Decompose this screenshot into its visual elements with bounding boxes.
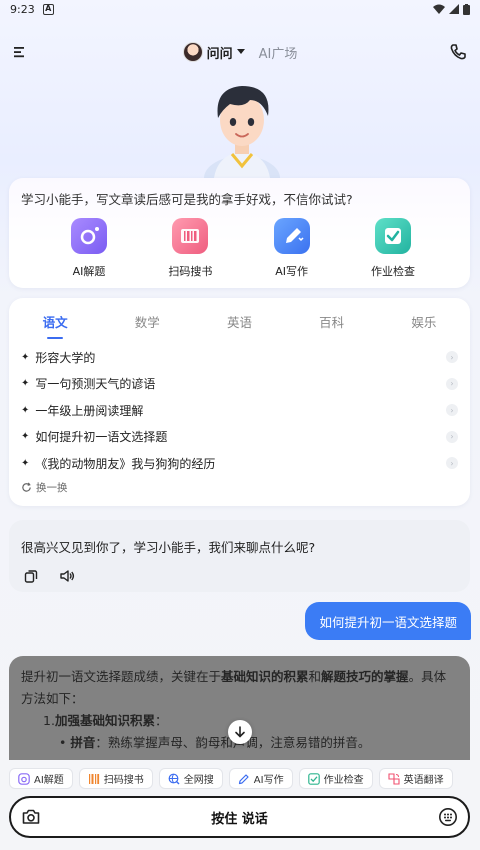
arrow-down-icon bbox=[235, 726, 245, 738]
notification-icon: A bbox=[42, 3, 54, 15]
list-item[interactable]: ✦ 《我的动物朋友》我与狗狗的经历 › bbox=[21, 450, 458, 477]
sparkle-icon: ✦ bbox=[21, 431, 30, 443]
chip-web-search[interactable]: 全网搜 bbox=[158, 768, 223, 789]
hold-to-talk-button[interactable]: 按住 说话 bbox=[211, 808, 268, 827]
check-icon bbox=[307, 772, 320, 785]
chevron-right-icon: › bbox=[446, 430, 458, 443]
camera-solve-icon bbox=[71, 218, 107, 254]
tab-entertainment[interactable]: 娱乐 bbox=[394, 312, 454, 331]
persona-avatar bbox=[182, 42, 203, 62]
tool-label: AI写作 bbox=[275, 265, 309, 278]
suggested-questions: ✦ 形容大学的 › ✦ 写一句预测天气的谚语 › ✦ 一年级上册阅读理解 › ✦ 如何提… bbox=[21, 344, 458, 477]
barcode-icon bbox=[172, 218, 209, 254]
question-text: 形容大学的 bbox=[35, 350, 96, 365]
chevron-right-icon: › bbox=[446, 457, 458, 470]
copy-icon[interactable] bbox=[23, 568, 39, 584]
question-text: 《我的动物朋友》我与狗狗的经历 bbox=[35, 456, 216, 471]
camera-icon[interactable] bbox=[21, 807, 41, 827]
sparkle-icon: ✦ bbox=[21, 404, 30, 416]
chip-ai-writing[interactable]: AI写作 bbox=[228, 768, 293, 789]
subject-tabs: 语文 数学 英语 百科 娱乐 bbox=[9, 312, 470, 339]
refresh-button[interactable]: 换一换 bbox=[21, 480, 68, 495]
persona-name: 问问 bbox=[206, 46, 233, 62]
tab-encyclopedia[interactable]: 百科 bbox=[302, 312, 362, 331]
tab-chinese[interactable]: 语文 bbox=[25, 312, 85, 339]
sparkle-icon: ✦ bbox=[21, 457, 30, 469]
translate-icon bbox=[388, 772, 400, 785]
status-bar: 9:23 A bbox=[0, 0, 480, 18]
check-icon bbox=[374, 218, 411, 254]
camera-solve-icon bbox=[18, 772, 30, 785]
battery-icon bbox=[463, 3, 470, 15]
quick-action-chips: AI解题 扫码搜书 全网搜 AI写作 作业检查 英语翻译 bbox=[9, 768, 479, 789]
scroll-to-bottom-button[interactable] bbox=[228, 720, 252, 744]
ai-plaza-link[interactable]: AI广场 bbox=[259, 43, 298, 62]
refresh-label: 换一换 bbox=[36, 482, 68, 494]
web-search-icon bbox=[168, 773, 180, 784]
sparkle-icon: ✦ bbox=[21, 351, 30, 363]
refresh-icon bbox=[22, 482, 31, 492]
answer-paragraph: 提升初一语文选择题成绩，关键在于基础知识的积累和解题技巧的掌握。具体方法如下： bbox=[21, 669, 447, 706]
chip-scan-book[interactable]: 扫码搜书 bbox=[78, 768, 153, 789]
speaker-icon[interactable] bbox=[59, 568, 75, 584]
user-message-text: 如何提升初一语文选择题 bbox=[319, 614, 457, 630]
list-item[interactable]: ✦ 如何提升初一语文选择题 › bbox=[21, 424, 458, 451]
menu-icon[interactable] bbox=[12, 44, 28, 60]
caret-down-icon bbox=[236, 49, 245, 54]
tool-label: 作业检查 bbox=[370, 265, 415, 278]
tool-grid: AI解题 扫码搜书 AI写作 作业检查 bbox=[51, 218, 431, 279]
list-item[interactable]: ✦ 写一句预测天气的谚语 › bbox=[21, 371, 458, 398]
intro-text: 学习小能手，写文章读后感可是我的拿手好戏，不信你试试? bbox=[21, 192, 353, 207]
top-nav: 问问 AI广场 bbox=[0, 38, 480, 66]
chevron-right-icon: › bbox=[446, 404, 458, 417]
tool-ai-writing[interactable]: AI写作 bbox=[254, 218, 330, 279]
assistant-answer: 提升初一语文选择题成绩，关键在于基础知识的积累和解题技巧的掌握。具体方法如下： … bbox=[9, 656, 470, 760]
tool-ai-solve[interactable]: AI解题 bbox=[51, 218, 127, 279]
keyboard-icon[interactable] bbox=[438, 807, 458, 827]
barcode-icon bbox=[88, 773, 99, 784]
chevron-right-icon: › bbox=[446, 377, 458, 390]
user-message-bubble: 如何提升初一语文选择题 bbox=[305, 602, 471, 640]
list-item[interactable]: ✦ 形容大学的 › bbox=[21, 344, 458, 371]
tool-homework-check[interactable]: 作业检查 bbox=[355, 218, 431, 279]
list-item[interactable]: ✦ 一年级上册阅读理解 › bbox=[21, 397, 458, 424]
chip-homework-check[interactable]: 作业检查 bbox=[298, 768, 373, 789]
chevron-right-icon: › bbox=[446, 351, 458, 364]
signal-icon bbox=[449, 4, 459, 14]
tool-label: AI解题 bbox=[72, 265, 106, 278]
persona-selector[interactable]: 问问 bbox=[182, 42, 245, 62]
intro-card: 学习小能手，写文章读后感可是我的拿手好戏，不信你试试? AI解题 扫码搜书 AI… bbox=[9, 178, 470, 288]
status-time: 9:23 bbox=[10, 2, 35, 16]
assistant-avatar-illustration bbox=[204, 86, 280, 178]
greeting-text: 很高兴又见到你了，学习小能手，我们来聊点什么呢? bbox=[21, 540, 316, 555]
chip-ai-solve[interactable]: AI解题 bbox=[9, 768, 73, 789]
pen-icon bbox=[238, 773, 249, 784]
pen-icon bbox=[273, 218, 310, 254]
question-text: 写一句预测天气的谚语 bbox=[35, 377, 156, 392]
voice-input-bar: 按住 说话 bbox=[9, 796, 470, 838]
tab-english[interactable]: 英语 bbox=[209, 312, 269, 331]
sparkle-icon: ✦ bbox=[21, 378, 30, 390]
question-text: 一年级上册阅读理解 bbox=[35, 403, 144, 418]
tool-scan-book[interactable]: 扫码搜书 bbox=[152, 218, 228, 279]
assistant-greeting-bubble: 很高兴又见到你了，学习小能手，我们来聊点什么呢? bbox=[9, 520, 470, 592]
subject-card: 语文 数学 英语 百科 娱乐 ✦ 形容大学的 › ✦ 写一句预测天气的谚语 › ✦ 一… bbox=[9, 298, 470, 506]
phone-icon[interactable] bbox=[448, 42, 468, 62]
chip-english-translate[interactable]: 英语翻译 bbox=[378, 768, 453, 789]
wifi-icon bbox=[433, 4, 445, 14]
tool-label: 扫码搜书 bbox=[168, 265, 213, 278]
question-text: 如何提升初一语文选择题 bbox=[35, 430, 168, 445]
tab-math[interactable]: 数学 bbox=[117, 312, 177, 331]
